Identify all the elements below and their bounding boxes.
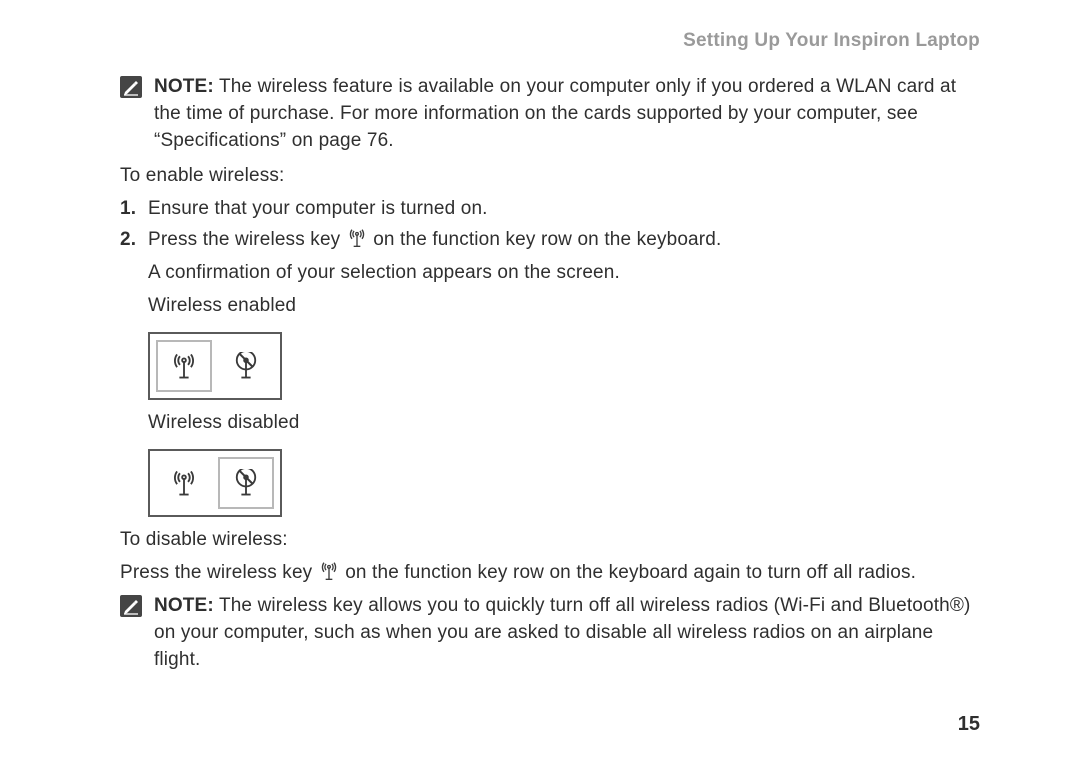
document-page: Setting Up Your Inspiron Laptop NOTE: Th… [0, 0, 1080, 766]
disabled-label: Wireless disabled [148, 410, 980, 437]
note-body: The wireless key allows you to quickly t… [154, 595, 971, 670]
note-block-2: NOTE: The wireless key allows you to qui… [120, 593, 980, 674]
note-label: NOTE: [154, 76, 214, 97]
page-number: 15 [958, 713, 980, 736]
wireless-key-icon [318, 561, 340, 581]
wireless-on-cell [156, 340, 212, 392]
wireless-disabled-panel [148, 449, 282, 517]
note-pencil-icon [120, 76, 142, 98]
disable-line: Press the wireless key on the function k… [120, 560, 980, 587]
wireless-enabled-panel [148, 332, 282, 400]
note-block-1: NOTE: The wireless feature is available … [120, 74, 980, 155]
disable-post: on the function key row on the keyboard … [345, 562, 916, 583]
step-number: 1. [120, 196, 142, 223]
note-text-1: NOTE: The wireless feature is available … [154, 74, 980, 155]
disable-intro: To disable wireless: [120, 527, 980, 554]
step-1: 1. Ensure that your computer is turned o… [120, 196, 980, 223]
step-2: 2. Press the wireless key on the functio… [120, 227, 980, 254]
step-number: 2. [120, 227, 142, 254]
step2-pre: Press the wireless key [148, 229, 346, 250]
note-pencil-icon [120, 595, 142, 617]
enabled-label: Wireless enabled [148, 293, 980, 320]
disable-pre: Press the wireless key [120, 562, 318, 583]
enable-intro: To enable wireless: [120, 163, 980, 190]
note-text-2: NOTE: The wireless key allows you to qui… [154, 593, 980, 674]
wireless-off-cell [218, 340, 274, 392]
confirmation-text: A confirmation of your selection appears… [148, 260, 980, 287]
wireless-off-cell [218, 457, 274, 509]
wireless-on-cell [156, 457, 212, 509]
step2-post: on the function key row on the keyboard. [373, 229, 721, 250]
section-header: Setting Up Your Inspiron Laptop [120, 30, 980, 52]
step-text: Ensure that your computer is turned on. [148, 196, 980, 223]
step-text: Press the wireless key on the function k… [148, 227, 980, 254]
note-label: NOTE: [154, 595, 214, 616]
wireless-key-icon [346, 228, 368, 248]
note-body: The wireless feature is available on you… [154, 76, 956, 151]
body-text: NOTE: The wireless feature is available … [120, 74, 980, 674]
